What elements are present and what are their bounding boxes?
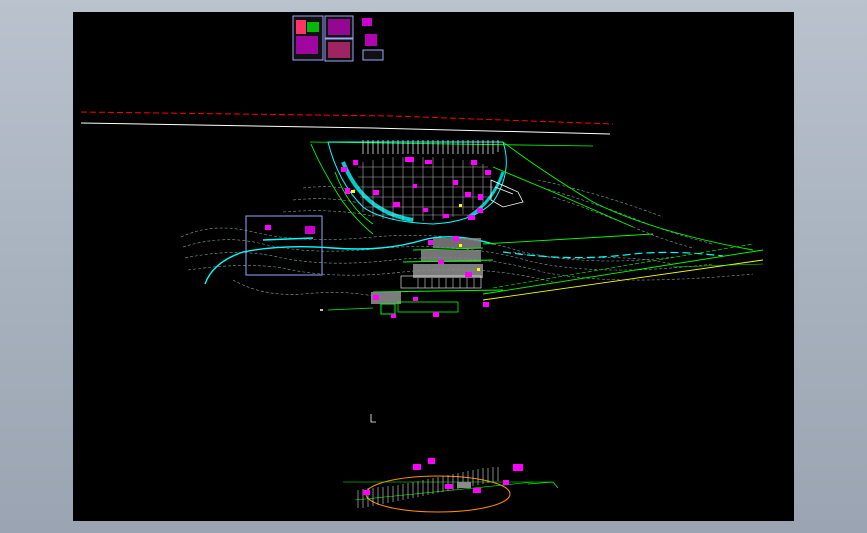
thumbnail-detail: [328, 19, 350, 35]
site-boundary-lines: [80, 111, 614, 147]
north-paths: [310, 141, 754, 251]
section-detail[interactable]: [343, 458, 559, 513]
thumbnail-detail: [296, 36, 318, 54]
detail-view-frame[interactable]: [245, 215, 323, 276]
thumbnail-detail: [307, 22, 319, 32]
thumbnail-detail: [296, 20, 306, 34]
section-grey-block: [457, 482, 471, 488]
thumbnail-sheet-4[interactable]: [362, 49, 384, 61]
thumbnail-detail: [365, 34, 377, 46]
thumbnail-detail: [362, 18, 372, 26]
terrace-steps[interactable]: [371, 236, 504, 318]
sheet-thumbnails[interactable]: [292, 15, 384, 62]
coordinate-origin-marker: [370, 414, 376, 423]
east-building[interactable]: [490, 179, 524, 208]
cad-drawing-canvas[interactable]: [73, 12, 794, 521]
thumbnail-detail: [328, 42, 350, 58]
main-plaza[interactable]: [327, 140, 507, 225]
cad-drawing-viewport[interactable]: [73, 12, 794, 521]
